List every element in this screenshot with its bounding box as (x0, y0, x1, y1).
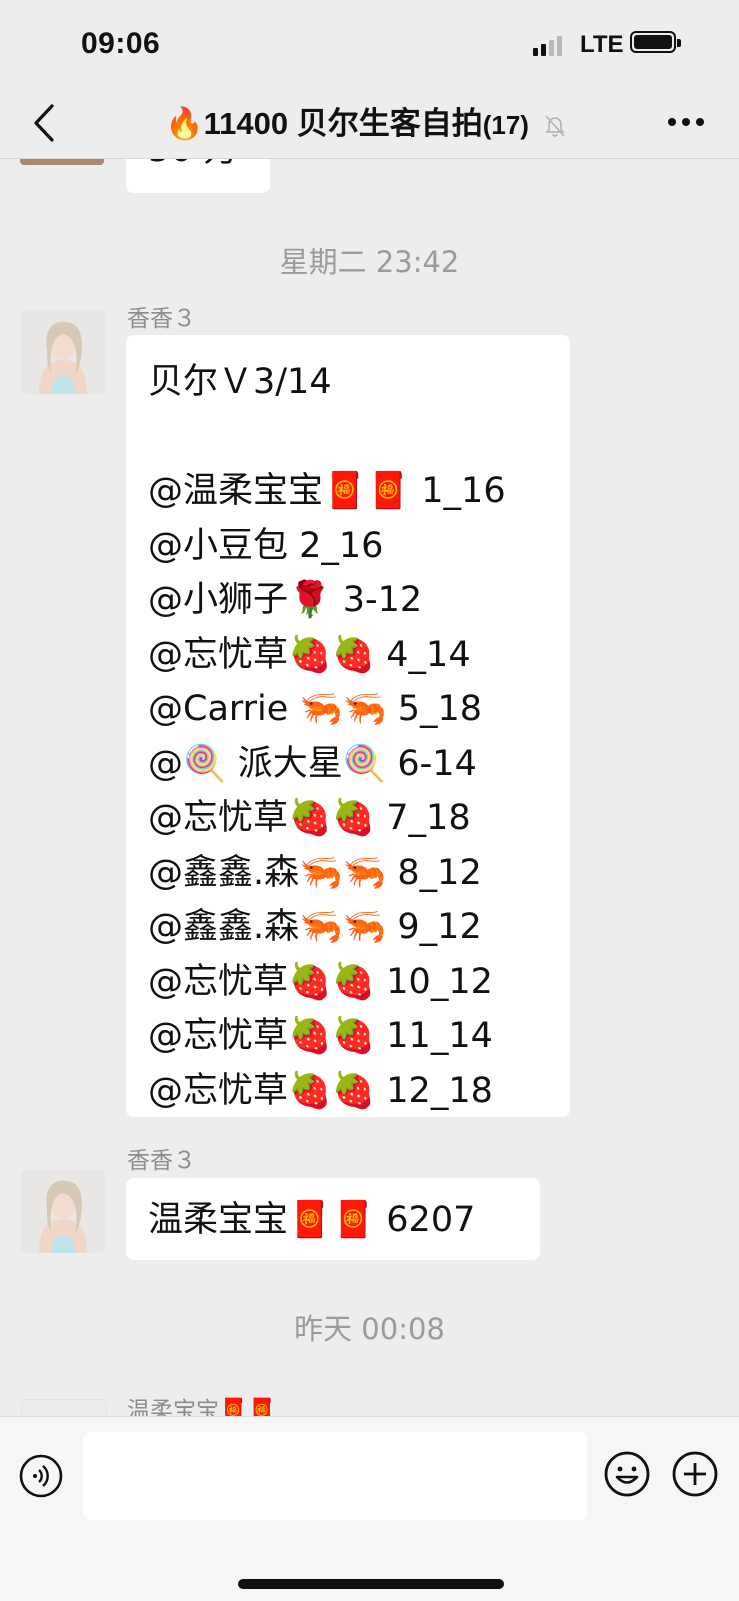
avatar-photo (21, 1169, 105, 1253)
avatar-photo (21, 310, 105, 394)
timestamp: 昨天 00:08 (294, 1312, 445, 1346)
ellipsis-icon[interactable] (668, 118, 708, 130)
message-line (148, 410, 506, 465)
battery-icon (630, 31, 681, 53)
message-line: @鑫鑫.森🦐🦐 8_12 (148, 852, 482, 893)
message-line: @鑫鑫.森🦐🦐 9_12 (148, 907, 482, 947)
plus-icon[interactable] (671, 1450, 719, 1498)
message-input[interactable] (83, 1432, 587, 1520)
voice-icon[interactable] (19, 1454, 63, 1498)
bell-off-icon (544, 115, 565, 137)
status-time: 09:06 (81, 27, 161, 60)
chat-header: 🔥11400 贝尔生客自拍(17) (0, 88, 739, 159)
sender-name: 香香３ (127, 1148, 196, 1174)
emoji-icon[interactable] (603, 1450, 651, 1498)
message-line: @🍭 派大星🍭 6-14 (148, 743, 477, 784)
avatar[interactable] (21, 310, 105, 394)
message-line: @小豆包 2_16 (148, 525, 384, 566)
input-bar (0, 1416, 739, 1601)
avatar[interactable] (20, 159, 104, 165)
message-text: 50 万 (148, 159, 239, 172)
message-line: @小狮子🌹 3-12 (148, 580, 423, 620)
message-bubble[interactable]: 50 万 (126, 159, 270, 193)
signal-icon (533, 34, 569, 56)
avatar[interactable] (21, 1399, 107, 1416)
chat-area[interactable]: 50 万 星期二 23:42 香香３ 贝尔Ｖ3/14 @温柔宝宝🧧🧧 1_16 @小… (0, 159, 739, 1416)
timestamp: 星期二 23:42 (279, 245, 460, 279)
message-line: @Carrie 🦐🦐 5_18 (148, 689, 483, 729)
message-line: @忘忧草🍓🍓 7_18 (148, 798, 471, 838)
avatar[interactable] (21, 1169, 105, 1253)
message-text: 温柔宝宝🧧🧧 6207 (148, 1200, 476, 1240)
chat-title-text: 🔥11400 贝尔生客自拍 (165, 106, 483, 141)
status-bar: 09:06 LTE (0, 0, 739, 88)
message-line: @忘忧草🍓🍓 10_12 (148, 961, 493, 1002)
message-line: @忘忧草🍓🍓 4_14 (148, 634, 471, 675)
message-line: @忘忧草🍓🍓 11_14 (148, 1016, 493, 1056)
message-line: @温柔宝宝🧧🧧 1_16 (148, 471, 506, 511)
member-count: (17) (482, 110, 529, 140)
network-label: LTE (580, 31, 624, 58)
message-line: 贝尔Ｖ3/14 (148, 362, 332, 402)
chevron-left-icon[interactable] (28, 102, 68, 144)
message-bubble[interactable]: 贝尔Ｖ3/14 @温柔宝宝🧧🧧 1_16 @小豆包 2_16 @小狮子🌹 3-12 @忘… (126, 335, 570, 1117)
message-line: @忘忧草🍓🍓 12_18 (148, 1070, 493, 1111)
home-indicator (238, 1579, 504, 1589)
message-text: 贝尔Ｖ3/14 @温柔宝宝🧧🧧 1_16 @小豆包 2_16 @小狮子🌹 3-12 @忘… (148, 355, 506, 1118)
sender-name: 香香３ (127, 306, 196, 332)
sender-name: 温柔宝宝🧧🧧 (127, 1398, 277, 1416)
message-bubble[interactable]: 温柔宝宝🧧🧧 6207 (126, 1178, 540, 1260)
chat-title: 🔥11400 贝尔生客自拍(17) (165, 98, 605, 143)
